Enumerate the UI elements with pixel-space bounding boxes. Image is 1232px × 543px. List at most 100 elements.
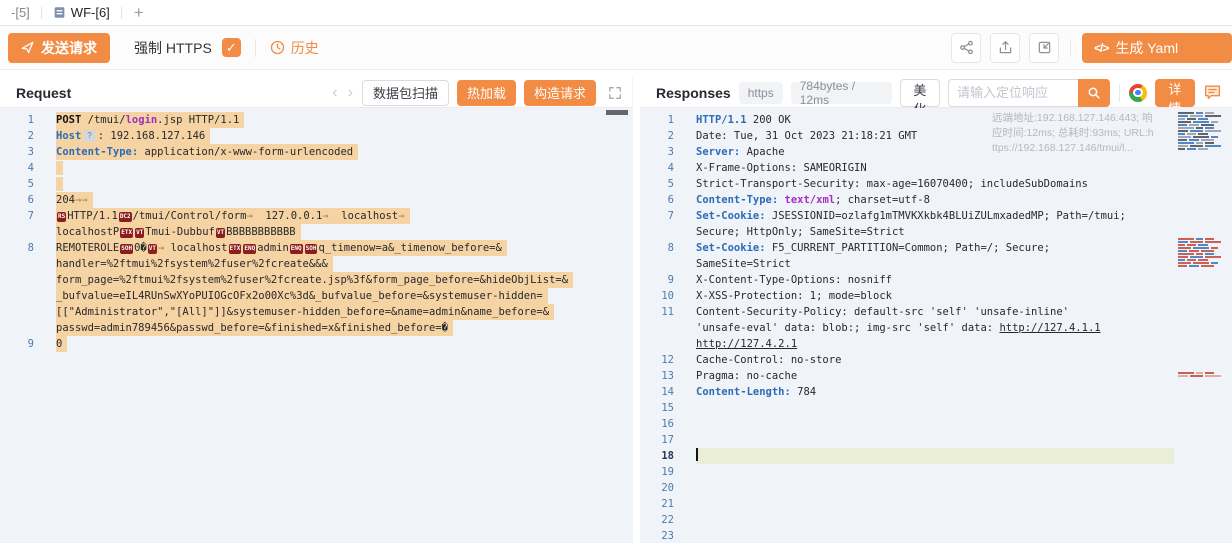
line-content: X-Frame-Options: SAMEORIGIN xyxy=(696,160,867,176)
add-tab-button[interactable]: + xyxy=(122,3,156,23)
code-segment: : 192.168.127.146 xyxy=(98,130,205,142)
code-line[interactable]: 21 xyxy=(640,496,1232,512)
minimap-bar xyxy=(1205,256,1221,258)
chrome-icon[interactable] xyxy=(1129,84,1147,102)
response-editor[interactable]: 1HTTP/1.1 200 OK2Date: Tue, 31 Oct 2023 … xyxy=(640,108,1232,543)
line-number xyxy=(0,256,56,272)
code-line[interactable]: 8Set-Cookie: F5_CURRENT_PARTITION=Common… xyxy=(640,240,1232,256)
packet-scan-button[interactable]: 数据包扫描 xyxy=(362,80,449,106)
code-line[interactable]: 19 xyxy=(640,464,1232,480)
line-number: 2 xyxy=(640,128,696,144)
line-content: _bufvalue=eIL4RUnSwXYoPUIOGcOFx2o00Xc%3d… xyxy=(56,288,548,304)
code-line[interactable]: Secure; HttpOnly; SameSite=Strict xyxy=(640,224,1232,240)
code-line[interactable]: 13Pragma: no-cache xyxy=(640,368,1232,384)
code-line[interactable]: 20 xyxy=(640,480,1232,496)
code-line[interactable]: 90 xyxy=(0,336,632,352)
scrollbar-thumb[interactable] xyxy=(606,110,628,115)
export-button[interactable] xyxy=(990,33,1020,63)
line-content: Pragma: no-cache xyxy=(696,368,797,384)
line-content: HTTP/1.1 200 OK xyxy=(696,112,791,128)
code-line[interactable]: 4 xyxy=(0,160,632,176)
tab-wf-6[interactable]: WF-[6] xyxy=(42,0,121,25)
size-latency-tag: 784bytes / 12ms xyxy=(791,82,892,104)
code-line[interactable]: 18 xyxy=(640,448,1232,464)
code-line[interactable]: 17 xyxy=(640,432,1232,448)
code-line[interactable]: 1POST /tmui/login.jsp HTTP/1.1 xyxy=(0,112,632,128)
request-editor[interactable]: 1POST /tmui/login.jsp HTTP/1.12Host?: 19… xyxy=(0,108,632,543)
response-code: 1HTTP/1.1 200 OK2Date: Tue, 31 Oct 2023 … xyxy=(640,112,1232,543)
code-line[interactable]: 2Host?: 192.168.127.146 xyxy=(0,128,632,144)
search-input[interactable] xyxy=(948,79,1078,107)
fullscreen-icon[interactable] xyxy=(608,86,622,100)
code-line[interactable]: http://127.4.2.1 xyxy=(640,336,1232,352)
import-button[interactable] xyxy=(1029,33,1059,63)
minimap-bar xyxy=(1205,372,1214,374)
code-icon: </> xyxy=(1094,41,1108,55)
code-segment: 0 xyxy=(56,338,62,350)
code-line[interactable]: 11Content-Security-Policy: default-src '… xyxy=(640,304,1232,320)
chrome-icon-center xyxy=(1133,88,1143,98)
code-line[interactable]: [["Administrator","[All]"]]&systemuser-h… xyxy=(0,304,632,320)
code-line[interactable]: 22 xyxy=(640,512,1232,528)
line-number: 9 xyxy=(640,272,696,288)
minimap-bar xyxy=(1187,148,1196,150)
minimap-bar xyxy=(1205,130,1221,132)
share-button[interactable] xyxy=(951,33,981,63)
line-content: 'unsafe-eval' data: blob:; img-src 'self… xyxy=(696,320,1101,336)
code-line[interactable]: 16 xyxy=(640,416,1232,432)
hot-reload-button[interactable]: 热加载 xyxy=(457,80,516,106)
history-button[interactable]: 历史 xyxy=(270,38,319,58)
code-line[interactable]: 6Content-Type: text/xml; charset=utf-8 xyxy=(640,192,1232,208)
response-header-actions: 美化 详情 xyxy=(900,79,1222,107)
code-line[interactable]: 15 xyxy=(640,400,1232,416)
code-line[interactable]: 4X-Frame-Options: SAMEORIGIN xyxy=(640,160,1232,176)
construct-request-button[interactable]: 构造请求 xyxy=(524,80,596,106)
code-line[interactable]: SameSite=Strict xyxy=(640,256,1232,272)
search-button[interactable] xyxy=(1078,79,1110,107)
code-segment: Content-Length: xyxy=(696,386,791,398)
code-line[interactable]: 5Strict-Transport-Security: max-age=1607… xyxy=(640,176,1232,192)
code-line[interactable]: 5 xyxy=(0,176,632,192)
code-segment: REMOTEROLE xyxy=(56,242,119,254)
prev-chevron-icon[interactable]: ‹ xyxy=(331,85,338,101)
force-https-checkbox[interactable]: ✓ xyxy=(222,38,241,57)
generate-yaml-button[interactable]: </> 生成 Yaml xyxy=(1082,33,1232,63)
code-line[interactable]: 12Cache-Control: no-store xyxy=(640,352,1232,368)
code-line[interactable]: form_page=%2ftmui%2fsystem%2fuser%2fcrea… xyxy=(0,272,632,288)
minimap-line xyxy=(1178,259,1230,261)
minimap-bar xyxy=(1193,121,1209,123)
code-line[interactable]: 14Content-Length: 784 xyxy=(640,384,1232,400)
minimap-bar xyxy=(1196,253,1203,255)
details-button[interactable]: 详情 xyxy=(1155,79,1195,107)
minimap-bar xyxy=(1187,133,1196,135)
code-segment: Set-Cookie: xyxy=(696,210,766,222)
code-line[interactable]: localhostPETXVTTmui-DubbufVTBBBBBBBBBBB xyxy=(0,224,632,240)
code-line[interactable]: 'unsafe-eval' data: blob:; img-src 'self… xyxy=(640,320,1232,336)
next-chevron-icon[interactable]: › xyxy=(347,85,354,101)
code-line[interactable]: _bufvalue=eIL4RUnSwXYoPUIOGcOFx2o00Xc%3d… xyxy=(0,288,632,304)
request-header-actions: ‹ › 数据包扫描 热加载 构造请求 xyxy=(331,80,622,106)
control-char-badge: ENQ xyxy=(290,244,303,254)
code-line[interactable]: 7RSHTTP/1.1DC2/tmui/Control/form→ 127.0.… xyxy=(0,208,632,224)
code-line[interactable]: 23 xyxy=(640,528,1232,543)
line-content: X-Content-Type-Options: nosniff xyxy=(696,272,892,288)
generate-yaml-label: 生成 Yaml xyxy=(1115,38,1178,58)
code-line[interactable]: passwd=admin789456&passwd_before=&finish… xyxy=(0,320,632,336)
line-content: Content-Type: application/x-www-form-url… xyxy=(56,144,358,160)
send-request-button[interactable]: 发送请求 xyxy=(8,33,110,63)
minimap-line xyxy=(1178,244,1230,246)
comment-icon[interactable] xyxy=(1203,83,1222,102)
tab-wf-5[interactable]: -[5] xyxy=(0,0,41,25)
code-line[interactable]: 10X-XSS-Protection: 1; mode=block xyxy=(640,288,1232,304)
minimap[interactable] xyxy=(1178,110,1230,543)
code-line[interactable]: 8REMOTEROLESOH0�VT→ localhostETXENQadmin… xyxy=(0,240,632,256)
line-content: [["Administrator","[All]"]]&systemuser-h… xyxy=(56,304,554,320)
code-line[interactable]: 7Set-Cookie: JSESSIONID=ozlafg1mTMVKXkbk… xyxy=(640,208,1232,224)
code-line[interactable]: handler=%2ftmui%2fsystem%2fuser%2fcreate… xyxy=(0,256,632,272)
code-segment: →→ xyxy=(75,194,88,206)
request-title: Request xyxy=(16,85,71,101)
code-line[interactable]: 6204→→ xyxy=(0,192,632,208)
beautify-button[interactable]: 美化 xyxy=(900,79,940,107)
code-line[interactable]: 9X-Content-Type-Options: nosniff xyxy=(640,272,1232,288)
code-line[interactable]: 3Content-Type: application/x-www-form-ur… xyxy=(0,144,632,160)
